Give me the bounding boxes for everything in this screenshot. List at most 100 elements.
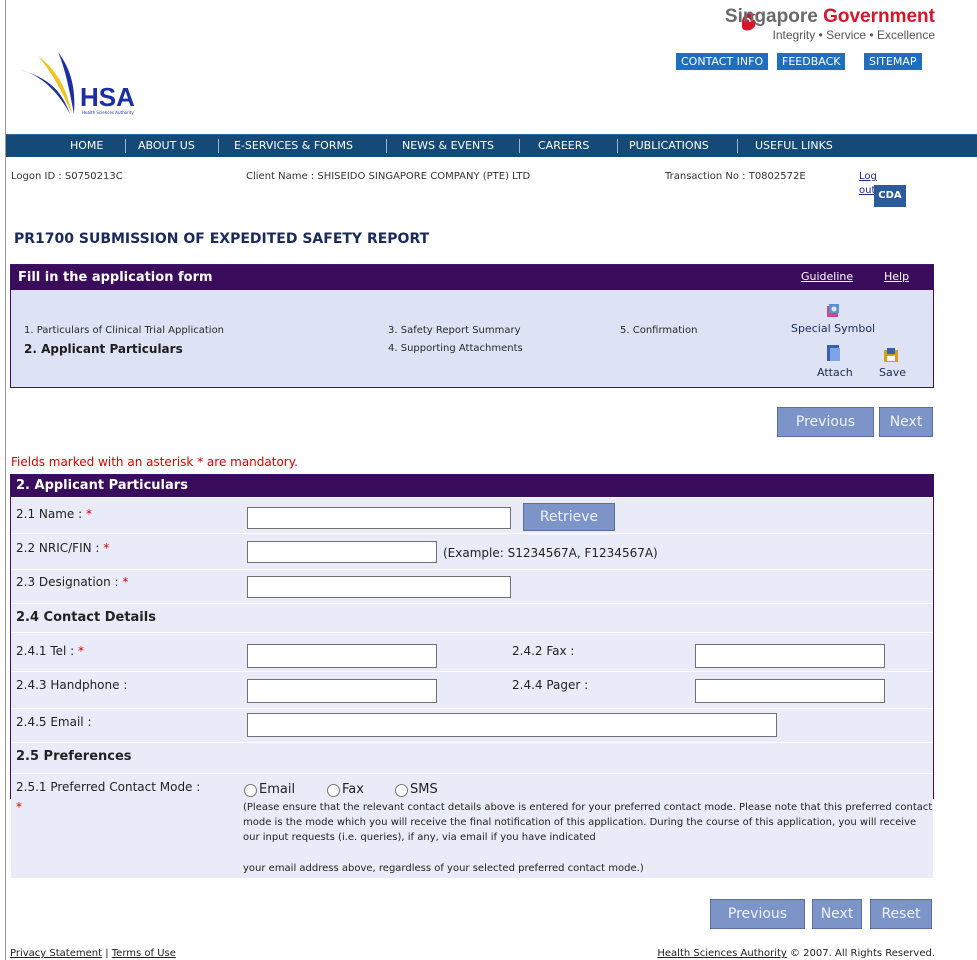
contact-mode-row: 2.5.1 Preferred Contact Mode : * Email F… [11,774,933,878]
nav-publications[interactable]: PUBLICATIONS [629,135,709,157]
required-asterisk: * [16,800,22,814]
mode-fax-label[interactable]: Fax [342,782,364,797]
save-icon [884,348,898,362]
next-button-top[interactable]: Next [879,407,933,437]
hsa-logo-subtext: Health Sciences Authority [82,110,134,115]
mode-sms-label[interactable]: SMS [410,782,438,797]
tel-input[interactable] [247,644,437,668]
nric-label: 2.2 NRIC/FIN : * [16,541,109,555]
wizard-panel: Fill in the application form Guideline H… [10,264,934,388]
previous-button-top[interactable]: Previous [777,407,874,437]
previous-button-bottom[interactable]: Previous [710,899,805,929]
feedback-link[interactable]: FEEDBACK [777,53,846,70]
mode-sms-radio[interactable] [395,784,408,797]
retrieve-button[interactable]: Retrieve [523,503,615,531]
contact-info-link[interactable]: CONTACT INFO [676,53,769,70]
privacy-statement-link[interactable]: Privacy Statement [10,948,102,959]
attach-button[interactable]: Attach [817,343,857,381]
step-1[interactable]: 1. Particulars of Clinical Trial Applica… [24,325,224,336]
tel-label-text: 2.4.1 Tel : [16,644,75,658]
footer-links: Privacy Statement | Terms of Use [10,948,176,959]
designation-row: 2.3 Designation : * [11,570,933,604]
copyright-text: © 2007. All Rights Reserved. [786,948,935,959]
required-asterisk: * [78,644,85,658]
handphone-input[interactable] [247,679,437,703]
wizard-title: Fill in the application form [18,270,213,285]
nav-useful-links[interactable]: USEFUL LINKS [755,135,833,157]
hsa-swoosh-icon [20,52,75,114]
email-input[interactable] [247,713,777,737]
hsa-logo[interactable]: HSA Health Sciences Authority [18,52,168,118]
designation-label-text: 2.3 Designation : [16,575,119,589]
nric-label-text: 2.2 NRIC/FIN : [16,541,100,555]
nav-eservices-forms[interactable]: E-SERVICES & FORMS [234,135,353,157]
nric-input[interactable] [247,541,437,563]
nav-about-us[interactable]: ABOUT US [138,135,195,157]
gov-title-part1: Singapore [724,6,818,27]
form-section-title: 2. Applicant Particulars [11,475,933,497]
save-button[interactable]: Save [877,347,913,381]
step-3[interactable]: 3. Safety Report Summary [388,325,521,336]
step-2-current: 2. Applicant Particulars [24,342,183,356]
logout-text-2: out [859,185,876,196]
mode-email-radio[interactable] [244,784,257,797]
footer-copyright: Health Sciences Authority © 2007. All Ri… [657,948,935,959]
name-input[interactable] [247,507,511,529]
mode-email-label[interactable]: Email [259,782,295,797]
tel-label: 2.4.1 Tel : * [16,644,84,658]
nav-separator [519,139,520,153]
required-asterisk: * [86,507,92,521]
nav-separator [218,139,219,153]
contact-mode-note: (Please ensure that the relevant contact… [243,802,933,843]
logon-id: Logon ID : S0750213C [11,171,123,182]
hsa-footer-link[interactable]: Health Sciences Authority [657,948,786,959]
special-symbol-button[interactable]: Special Symbol [781,303,891,339]
email-row: 2.4.5 Email : [11,709,933,743]
name-label: 2.1 Name : * [16,507,92,521]
designation-input[interactable] [247,576,511,598]
nav-news-events[interactable]: NEWS & EVENTS [402,135,494,157]
page-title: PR1700 SUBMISSION OF EXPEDITED SAFETY RE… [14,231,430,247]
help-link[interactable]: Help [884,270,909,283]
gov-title: Singapore Government [725,6,935,28]
client-name: Client Name : SHISEIDO SINGAPORE COMPANY… [246,171,531,182]
nric-example: (Example: S1234567A, F1234567A) [443,546,658,560]
attach-icon [827,345,840,361]
preferences-section-row: 2.5 Preferences [11,743,933,774]
pager-label: 2.4.4 Pager : [512,678,589,692]
name-label-text: 2.1 Name : [16,507,83,521]
handphone-pager-row: 2.4.3 Handphone : 2.4.4 Pager : [11,672,933,709]
tel-fax-row: 2.4.1 Tel : * 2.4.2 Fax : [11,633,933,672]
nav-separator [737,139,738,153]
handphone-label: 2.4.3 Handphone : [16,678,128,692]
cda-badge[interactable]: CDA [874,185,906,207]
sitemap-link[interactable]: SITEMAP [864,53,922,70]
contact-mode-note-end: your email address above, regardless of … [243,863,644,874]
contact-mode-label: 2.5.1 Preferred Contact Mode : [16,780,201,794]
save-label: Save [879,366,907,379]
fax-label: 2.4.2 Fax : [512,644,575,658]
step-4[interactable]: 4. Supporting Attachments [388,343,523,354]
logout-text-1: Log [859,171,877,182]
reset-button[interactable]: Reset [870,899,932,929]
wizard-header: Fill in the application form Guideline H… [11,265,933,290]
special-symbol-label: Special Symbol [791,322,876,335]
attach-label: Attach [817,366,853,379]
main-nav: HOME ABOUT US E-SERVICES & FORMS NEWS & … [6,134,977,157]
special-symbol-icon [827,304,839,317]
designation-label: 2.3 Designation : * [16,575,128,589]
step-5[interactable]: 5. Confirmation [620,325,697,336]
mode-fax-radio[interactable] [327,784,340,797]
name-row: 2.1 Name : * Retrieve [11,498,933,534]
guideline-link[interactable]: Guideline [801,270,853,283]
required-asterisk: * [103,541,110,555]
nav-home[interactable]: HOME [70,135,103,157]
nav-careers[interactable]: CAREERS [538,135,589,157]
fax-input[interactable] [695,644,885,668]
nav-separator [125,139,126,153]
gov-tagline: Integrity • Service • Excellence [772,28,935,42]
terms-of-use-link[interactable]: Terms of Use [112,948,176,959]
pager-input[interactable] [695,679,885,703]
preferences-section-heading: 2.5 Preferences [16,749,132,764]
next-button-bottom[interactable]: Next [812,899,862,929]
